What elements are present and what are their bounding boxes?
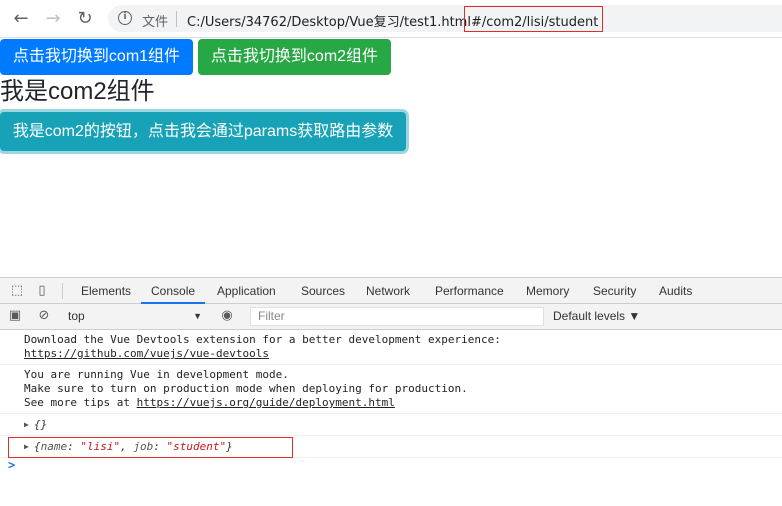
message-text: You are running Vue in development mode. bbox=[24, 368, 289, 381]
tab-performance[interactable]: Performance bbox=[435, 278, 504, 304]
tab-memory[interactable]: Memory bbox=[526, 278, 569, 304]
dropdown-arrow-icon: ▼ bbox=[193, 311, 202, 321]
inspect-element-icon[interactable]: ⬚ bbox=[9, 283, 25, 299]
tab-sources[interactable]: Sources bbox=[301, 278, 345, 304]
devtools-panel: ⬚ ▯ Elements Console Application Sources… bbox=[0, 277, 782, 506]
console-message: Download the Vue Devtools extension for … bbox=[0, 330, 782, 365]
tab-console[interactable]: Console bbox=[140, 278, 206, 304]
message-text: Download the Vue Devtools extension for … bbox=[24, 333, 501, 346]
url-hash-highlight-box bbox=[464, 6, 603, 32]
console-message: You are running Vue in development mode.… bbox=[0, 365, 782, 414]
deployment-link[interactable]: https://vuejs.org/guide/deployment.html bbox=[137, 396, 395, 409]
reload-icon[interactable]: ↻ bbox=[74, 8, 96, 30]
info-icon[interactable]: i bbox=[118, 11, 132, 25]
object-preview: {} bbox=[34, 418, 48, 431]
tab-separator bbox=[62, 283, 63, 299]
message-text: See more tips at bbox=[24, 396, 137, 409]
clear-console-icon[interactable]: ⊘ bbox=[36, 308, 52, 324]
console-prompt[interactable]: > bbox=[8, 458, 15, 472]
back-arrow-icon[interactable]: ← bbox=[10, 8, 32, 30]
sidebar-toggle-icon[interactable]: ▣ bbox=[7, 308, 23, 324]
switch-com2-button[interactable]: 点击我切换到com2组件 bbox=[198, 39, 391, 75]
browser-toolbar: ← → ↻ i 文件 C:/Users/34762/Desktop/Vue复习/… bbox=[0, 0, 782, 38]
message-text: Make sure to turn on production mode whe… bbox=[24, 382, 468, 395]
component-heading: 我是com2组件 bbox=[0, 78, 155, 105]
forward-arrow-icon[interactable]: → bbox=[42, 8, 64, 30]
object-highlight-box bbox=[8, 437, 293, 458]
tab-network[interactable]: Network bbox=[366, 278, 410, 304]
get-params-button[interactable]: 我是com2的按钮，点击我会通过params获取路由参数 bbox=[0, 112, 406, 151]
context-value: top bbox=[68, 309, 85, 323]
omnibox-separator bbox=[176, 11, 177, 27]
console-toolbar: ▣ ⊘ top ▼ ◉ Filter Default levels ▼ bbox=[0, 304, 782, 330]
eye-icon[interactable]: ◉ bbox=[219, 308, 235, 324]
expand-triangle-icon[interactable]: ▶ bbox=[24, 414, 29, 435]
tab-application[interactable]: Application bbox=[217, 278, 276, 304]
console-object-empty[interactable]: ▶ {} bbox=[0, 414, 782, 436]
filter-input[interactable]: Filter bbox=[250, 307, 544, 326]
file-scheme-label: 文件 bbox=[142, 15, 169, 30]
devtools-tabbar: ⬚ ▯ Elements Console Application Sources… bbox=[0, 277, 782, 304]
switch-com1-button[interactable]: 点击我切换到com1组件 bbox=[0, 39, 193, 75]
address-bar[interactable]: i 文件 C:/Users/34762/Desktop/Vue复习/test1.… bbox=[108, 5, 782, 32]
context-selector[interactable]: top ▼ bbox=[68, 307, 208, 326]
devtools-link[interactable]: https://github.com/vuejs/vue-devtools bbox=[24, 347, 269, 360]
log-levels-dropdown[interactable]: Default levels ▼ bbox=[553, 307, 640, 326]
tab-security[interactable]: Security bbox=[593, 278, 636, 304]
url-path: C:/Users/34762/Desktop/Vue复习/test1.html bbox=[187, 15, 471, 30]
device-toolbar-icon[interactable]: ▯ bbox=[34, 283, 50, 299]
tab-audits[interactable]: Audits bbox=[659, 278, 692, 304]
tab-elements[interactable]: Elements bbox=[81, 278, 131, 304]
